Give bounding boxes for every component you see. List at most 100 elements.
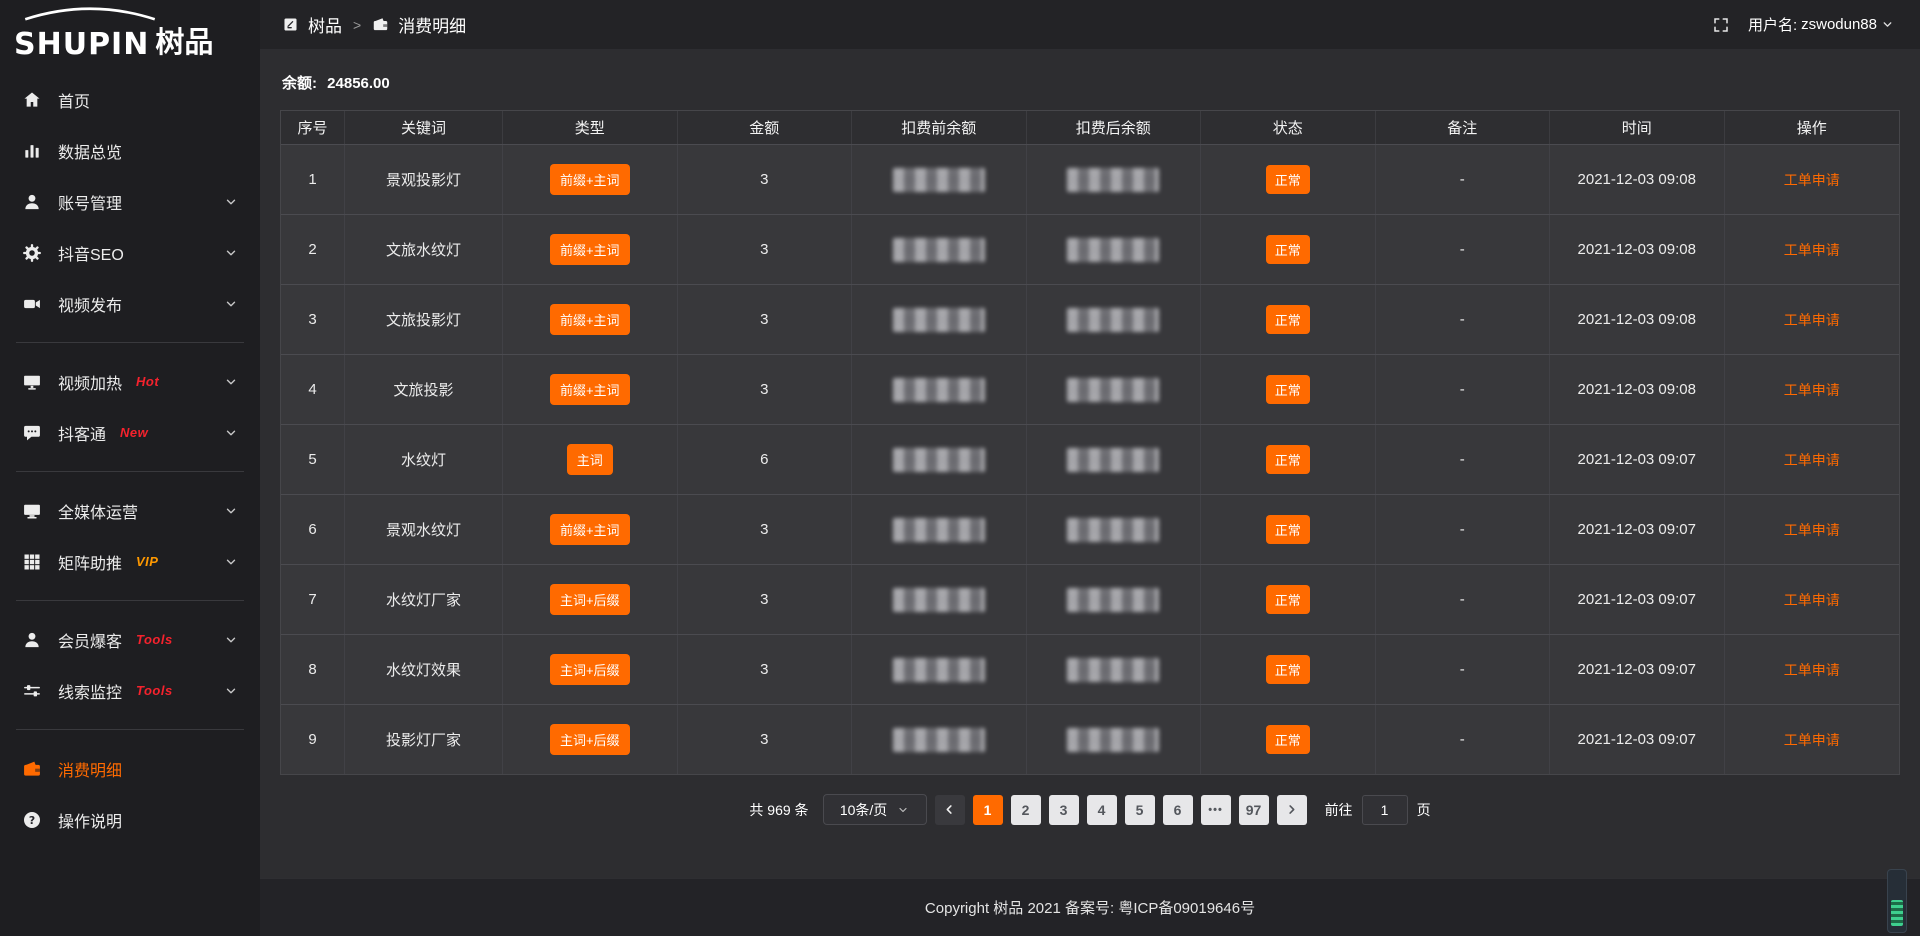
topbar: 树品 > 消费明细 用户名: zswodun88 (260, 0, 1920, 50)
sidebar-item-label: 线索监控 (58, 679, 122, 703)
sidebar-item-tag: VIP (136, 554, 158, 569)
table-row: 3文旅投影灯前缀+主词3正常-2021-12-03 09:08工单申请 (281, 284, 1899, 354)
remark-cell: - (1376, 635, 1551, 704)
next-page-button[interactable] (1277, 795, 1307, 825)
logo-text-en: SHUPIN (14, 31, 149, 58)
time-cell: 2021-12-03 09:08 (1550, 285, 1725, 354)
row-index: 8 (281, 635, 345, 704)
status-badge: 正常 (1266, 585, 1310, 614)
question-icon: ? (22, 810, 42, 830)
balance-before-masked (893, 588, 985, 612)
keyword-cell: 投影灯厂家 (345, 705, 503, 774)
sidebar: SHUPIN 树品 首页数据总览账号管理抖音SEO视频发布视频加热Hot抖客通N… (0, 0, 260, 936)
row-index: 3 (281, 285, 345, 354)
svg-text:?: ? (29, 813, 35, 826)
ticket-apply-link[interactable]: 工单申请 (1784, 590, 1840, 610)
row-index: 7 (281, 565, 345, 634)
type-badge: 主词 (567, 444, 613, 475)
chevron-down-icon (224, 195, 238, 209)
time-cell: 2021-12-03 09:07 (1550, 635, 1725, 704)
balance-after-masked (1067, 728, 1159, 752)
remark-cell: - (1376, 355, 1551, 424)
chevron-down-icon (1881, 18, 1894, 31)
amount-cell: 3 (678, 635, 853, 704)
column-header-action: 操作 (1725, 111, 1900, 144)
sidebar-item-douketong[interactable]: 抖客通New (0, 407, 260, 458)
amount-cell: 3 (678, 145, 853, 214)
chat-icon (22, 423, 42, 443)
sidebar-item-douyin-seo[interactable]: 抖音SEO (0, 227, 260, 278)
sidebar-item-member-baoke[interactable]: 会员爆客Tools (0, 614, 260, 665)
video-icon (22, 294, 42, 314)
ticket-apply-link[interactable]: 工单申请 (1784, 380, 1840, 400)
sidebar-item-video-heating[interactable]: 视频加热Hot (0, 356, 260, 407)
gear-icon (22, 243, 42, 263)
balance-before-masked (893, 448, 985, 472)
type-badge: 前缀+主词 (550, 164, 630, 195)
sidebar-item-consumption-detail[interactable]: 消费明细 (0, 743, 260, 794)
ticket-apply-link[interactable]: 工单申请 (1784, 450, 1840, 470)
amount-cell: 6 (678, 425, 853, 494)
type-badge: 前缀+主词 (550, 304, 630, 335)
sidebar-item-data-overview[interactable]: 数据总览 (0, 125, 260, 176)
sidebar-item-video-publish[interactable]: 视频发布 (0, 278, 260, 329)
sidebar-item-clue-monitor[interactable]: 线索监控Tools (0, 665, 260, 716)
goto-label: 前往 (1325, 800, 1353, 820)
user-menu[interactable]: 用户名: zswodun88 (1748, 14, 1894, 35)
balance-before-masked (893, 378, 985, 402)
home-icon (22, 90, 42, 110)
time-cell: 2021-12-03 09:08 (1550, 355, 1725, 424)
balance: 余额: 24856.00 (282, 72, 1898, 93)
remark-cell: - (1376, 495, 1551, 564)
page-button-5[interactable]: 5 (1125, 795, 1155, 825)
table-row: 6景观水纹灯前缀+主词3正常-2021-12-03 09:07工单申请 (281, 494, 1899, 564)
grid-icon (22, 552, 42, 572)
sidebar-nav: 首页数据总览账号管理抖音SEO视频发布视频加热Hot抖客通New 全媒体运营矩阵助… (0, 58, 260, 845)
ticket-apply-link[interactable]: 工单申请 (1784, 240, 1840, 260)
ticket-apply-link[interactable]: 工单申请 (1784, 730, 1840, 750)
goto-page-input[interactable] (1362, 795, 1408, 825)
ticket-apply-link[interactable]: 工单申请 (1784, 520, 1840, 540)
remark-cell: - (1376, 565, 1551, 634)
scrollbar[interactable] (1887, 869, 1907, 933)
sidebar-item-media-operation[interactable]: 全媒体运营 (0, 485, 260, 536)
consumption-table: 序号 关键词 类型 金额 扣费前余额 扣费后余额 状态 备注 时间 操作 1景观… (280, 110, 1900, 775)
fullscreen-icon[interactable] (1712, 16, 1730, 34)
sidebar-item-tag: Hot (136, 374, 159, 389)
more-pages-button[interactable]: ••• (1201, 795, 1231, 825)
ticket-apply-link[interactable]: 工单申请 (1784, 660, 1840, 680)
balance-before-masked (893, 518, 985, 542)
page-button-1[interactable]: 1 (973, 795, 1003, 825)
logo-arc (16, 7, 164, 21)
page-size-select[interactable]: 10条/页 (823, 794, 927, 825)
prev-page-button[interactable] (935, 795, 965, 825)
breadcrumb: 树品 > 消费明细 (282, 12, 466, 37)
table-row: 9投影灯厂家主词+后缀3正常-2021-12-03 09:07工单申请 (281, 704, 1899, 774)
monitor-icon (22, 501, 42, 521)
ticket-apply-link[interactable]: 工单申请 (1784, 310, 1840, 330)
keyword-cell: 文旅投影 (345, 355, 503, 424)
scrollbar-thumb[interactable] (1891, 900, 1903, 926)
time-cell: 2021-12-03 09:07 (1550, 565, 1725, 634)
time-cell: 2021-12-03 09:07 (1550, 495, 1725, 564)
page-button-4[interactable]: 4 (1087, 795, 1117, 825)
row-index: 6 (281, 495, 345, 564)
keyword-cell: 景观水纹灯 (345, 495, 503, 564)
type-badge: 前缀+主词 (550, 234, 630, 265)
sidebar-item-operation-guide[interactable]: ?操作说明 (0, 794, 260, 845)
topbar-right: 用户名: zswodun88 (1712, 14, 1894, 35)
column-header-keyword: 关键词 (345, 111, 503, 144)
page-button-97[interactable]: 97 (1239, 795, 1269, 825)
ticket-apply-link[interactable]: 工单申请 (1784, 170, 1840, 190)
status-badge: 正常 (1266, 165, 1310, 194)
page-button-2[interactable]: 2 (1011, 795, 1041, 825)
page-button-3[interactable]: 3 (1049, 795, 1079, 825)
sidebar-item-home[interactable]: 首页 (0, 74, 260, 125)
breadcrumb-item-root[interactable]: 树品 (308, 12, 342, 37)
chevron-down-icon (224, 633, 238, 647)
sidebar-item-tag: New (120, 425, 148, 440)
sidebar-item-matrix-boost[interactable]: 矩阵助推VIP (0, 536, 260, 587)
keyword-cell: 水纹灯效果 (345, 635, 503, 704)
page-button-6[interactable]: 6 (1163, 795, 1193, 825)
sidebar-item-account-management[interactable]: 账号管理 (0, 176, 260, 227)
